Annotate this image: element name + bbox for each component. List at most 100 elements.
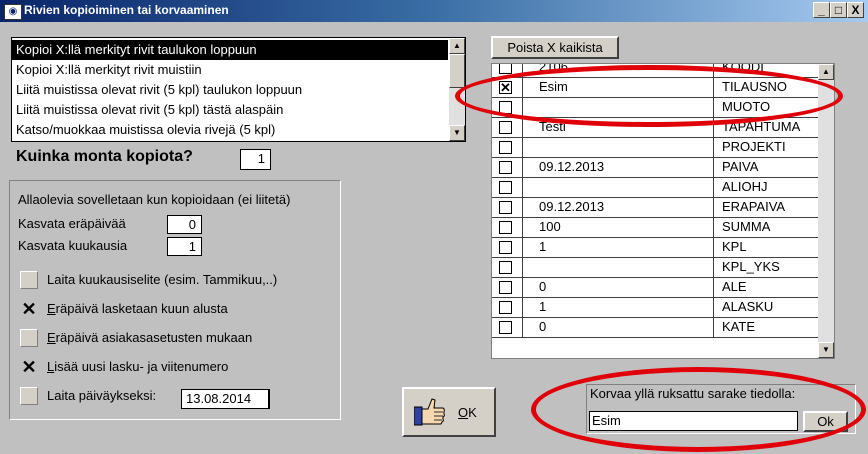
field-name: ERAPAIVA bbox=[722, 199, 786, 214]
field-row: 0 ALE bbox=[492, 278, 818, 298]
field-name: ALASKU bbox=[722, 299, 774, 314]
field-row-checkbox[interactable] bbox=[499, 321, 512, 334]
field-value: Esim bbox=[522, 78, 714, 97]
field-row: PROJEKTI bbox=[492, 138, 818, 158]
replace-label: Korvaa yllä ruksattu sarake tiedolla: bbox=[590, 386, 796, 401]
settings-heading: Allaolevia sovelletaan kun kopioidaan (e… bbox=[18, 192, 291, 207]
field-grid: 2106 KOODI ✕ Esim TILAUSNO MUOTO Testi TAPAHTUM… bbox=[491, 63, 835, 359]
grid-scroll-down-icon[interactable]: ▼ bbox=[818, 342, 834, 358]
minimize-button[interactable]: _ bbox=[813, 2, 830, 18]
close-button[interactable]: X bbox=[847, 2, 864, 18]
ok-button[interactable]: OK bbox=[402, 387, 496, 437]
scroll-up-arrow-icon[interactable]: ▲ bbox=[449, 38, 465, 54]
field-name: PROJEKTI bbox=[722, 139, 786, 154]
field-value: Testi bbox=[522, 118, 714, 137]
field-row-checkbox[interactable] bbox=[499, 301, 512, 314]
setting-checkbox-label[interactable]: Eräpäivä asiakasasetusten mukaan bbox=[47, 330, 252, 345]
field-name: PAIVA bbox=[722, 159, 759, 174]
field-name: KOODI bbox=[722, 63, 764, 74]
grid-scroll-up-icon[interactable]: ▲ bbox=[818, 64, 834, 80]
setting-checkbox[interactable]: ✕ bbox=[20, 300, 38, 318]
field-row-checkbox[interactable] bbox=[499, 161, 512, 174]
field-name: KPL_YKS bbox=[722, 259, 780, 274]
months-label: Kasvata kuukausia bbox=[18, 238, 128, 253]
due-days-label: Kasvata eräpäivää bbox=[18, 216, 126, 231]
field-value bbox=[522, 138, 714, 157]
field-value: 0 bbox=[522, 278, 714, 297]
field-row: 1 ALASKU bbox=[492, 298, 818, 318]
copy-option-item[interactable]: Kopioi X:llä merkityt rivit muistiin bbox=[12, 60, 448, 80]
field-name: ALIOHJ bbox=[722, 179, 768, 194]
months-input[interactable]: 1 bbox=[167, 237, 202, 256]
maximize-button[interactable]: □ bbox=[830, 2, 847, 18]
field-row-checkbox[interactable] bbox=[499, 201, 512, 214]
field-name: TAPAHTUMA bbox=[722, 119, 801, 134]
setting-checkbox[interactable] bbox=[20, 329, 38, 347]
due-days-input[interactable]: 0 bbox=[167, 215, 202, 234]
app-eye-icon: ◉ bbox=[4, 4, 22, 20]
setting-checkbox[interactable] bbox=[20, 387, 38, 405]
field-row-checkbox[interactable] bbox=[499, 141, 512, 154]
field-row: Testi TAPAHTUMA bbox=[492, 118, 818, 138]
setting-checkbox-label[interactable]: Lisää uusi lasku- ja viitenumero bbox=[47, 359, 228, 374]
copies-input[interactable]: 1 bbox=[240, 149, 271, 170]
grid-scrollbar[interactable]: ▲ ▼ bbox=[818, 64, 834, 358]
field-row-checkbox[interactable] bbox=[499, 281, 512, 294]
field-row: ✕ Esim TILAUSNO bbox=[492, 78, 818, 98]
field-value bbox=[522, 178, 714, 197]
field-value: 1 bbox=[522, 238, 714, 257]
copy-option-item[interactable]: Kopioi X:llä merkityt rivit taulukon lop… bbox=[12, 40, 448, 60]
field-value: 2106 bbox=[522, 64, 714, 77]
field-row: 2106 KOODI bbox=[492, 63, 818, 78]
setting-checkbox[interactable] bbox=[20, 271, 38, 289]
field-value: 100 bbox=[522, 218, 714, 237]
field-value: 1 bbox=[522, 298, 714, 317]
scroll-thumb[interactable] bbox=[449, 54, 465, 88]
window-title: Rivien kopioiminen tai korvaaminen bbox=[24, 3, 229, 17]
copy-option-item[interactable]: Liitä muistissa olevat rivit (5 kpl) tau… bbox=[12, 80, 448, 100]
ok-label: OK bbox=[458, 405, 477, 420]
field-value: 0 bbox=[522, 318, 714, 337]
setting-checkbox-label[interactable]: Eräpäivä lasketaan kuun alusta bbox=[47, 301, 228, 316]
scroll-down-arrow-icon[interactable]: ▼ bbox=[449, 125, 465, 141]
field-name: KATE bbox=[722, 319, 755, 334]
date-input[interactable]: 13.08.2014 bbox=[181, 389, 270, 409]
thumbs-up-hand-icon bbox=[414, 398, 445, 426]
field-row-checkbox[interactable] bbox=[499, 101, 512, 114]
field-name: KPL bbox=[722, 239, 747, 254]
field-row: 0 KATE bbox=[492, 318, 818, 338]
copy-option-item[interactable]: Katso/muokkaa muistissa olevia rivejä (5… bbox=[12, 120, 448, 140]
field-row: 09.12.2013 PAIVA bbox=[492, 158, 818, 178]
copies-label: Kuinka monta kopiota? bbox=[16, 148, 193, 165]
field-row-checkbox[interactable] bbox=[499, 181, 512, 194]
field-row-checkbox[interactable]: ✕ bbox=[499, 81, 512, 94]
field-value bbox=[522, 258, 714, 277]
field-name: TILAUSNO bbox=[722, 79, 788, 94]
list-scrollbar[interactable]: ▲ ▼ bbox=[449, 38, 465, 141]
replace-ok-button[interactable]: Ok bbox=[803, 411, 848, 432]
field-row: 09.12.2013 ERAPAIVA bbox=[492, 198, 818, 218]
field-row: ALIOHJ bbox=[492, 178, 818, 198]
field-row-checkbox[interactable] bbox=[499, 121, 512, 134]
field-row-checkbox[interactable] bbox=[499, 241, 512, 254]
field-row: MUOTO bbox=[492, 98, 818, 118]
field-row-checkbox[interactable] bbox=[499, 221, 512, 234]
copy-option-item[interactable]: Liitä muistissa olevat rivit (5 kpl) täs… bbox=[12, 100, 448, 120]
field-row-checkbox[interactable] bbox=[499, 261, 512, 274]
field-name: ALE bbox=[722, 279, 747, 294]
copy-options-list[interactable]: Kopioi X:llä merkityt rivit taulukon lop… bbox=[11, 37, 466, 142]
setting-checkbox-label[interactable]: Laita päiväykseksi: bbox=[47, 388, 156, 403]
field-name: MUOTO bbox=[722, 99, 771, 114]
field-name: SUMMA bbox=[722, 219, 771, 234]
setting-checkbox-label[interactable]: Laita kuukausiselite (esim. Tammikuu,..) bbox=[47, 272, 277, 287]
field-row: 1 KPL bbox=[492, 238, 818, 258]
remove-all-x-button[interactable]: Poista X kaikista bbox=[491, 36, 619, 59]
field-value: 09.12.2013 bbox=[522, 158, 714, 177]
field-value bbox=[522, 98, 714, 117]
field-row-checkbox[interactable] bbox=[499, 64, 512, 74]
replace-value-input[interactable]: Esim bbox=[589, 411, 798, 431]
field-value: 09.12.2013 bbox=[522, 198, 714, 217]
field-row: 100 SUMMA bbox=[492, 218, 818, 238]
field-row: KPL_YKS bbox=[492, 258, 818, 278]
setting-checkbox[interactable]: ✕ bbox=[20, 358, 38, 376]
